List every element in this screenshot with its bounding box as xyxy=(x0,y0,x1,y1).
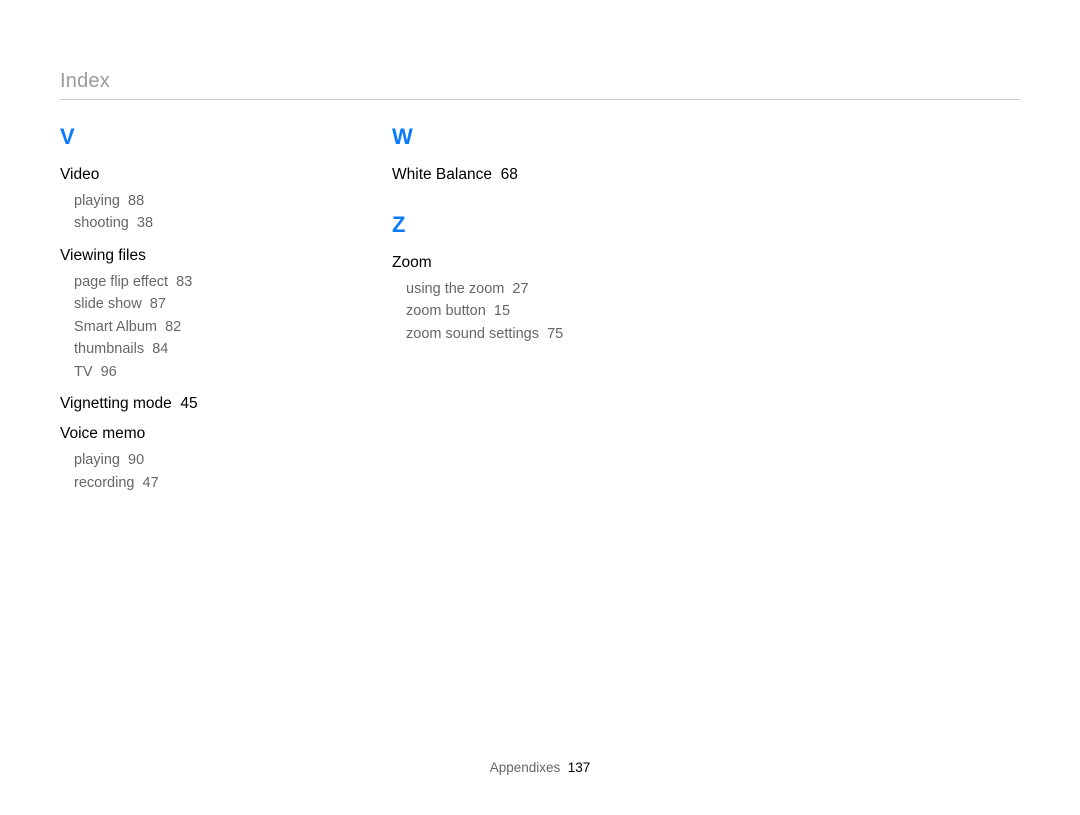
index-sub-label: slide show xyxy=(74,296,142,312)
index-topic-voice-memo[interactable]: Voice memo xyxy=(60,425,300,443)
index-sub-page: 83 xyxy=(176,274,192,290)
index-sub-page: 27 xyxy=(512,281,528,297)
index-sub-zoom-using[interactable]: using the zoom 27 xyxy=(392,278,632,300)
index-sub-page-flip[interactable]: page flip effect 83 xyxy=(60,271,300,293)
title-rule xyxy=(60,99,1020,100)
index-topic-white-balance[interactable]: White Balance 68 xyxy=(392,166,632,184)
index-sub-page: 82 xyxy=(165,319,181,335)
index-sub-label: playing xyxy=(74,193,120,209)
section-letter-z: Z xyxy=(392,212,632,238)
index-sub-page: 84 xyxy=(152,341,168,357)
index-sub-label: page flip effect xyxy=(74,274,168,290)
index-sub-label: thumbnails xyxy=(74,341,144,357)
index-sub-label: zoom sound settings xyxy=(406,326,539,342)
index-sub-voice-recording[interactable]: recording 47 xyxy=(60,472,300,494)
footer-label: Appendixes xyxy=(490,760,561,775)
column-v: V Video playing 88 shooting 38 Viewing f… xyxy=(60,124,300,494)
index-topic-page: 68 xyxy=(501,166,518,183)
index-sub-page: 90 xyxy=(128,452,144,468)
index-sub-video-playing[interactable]: playing 88 xyxy=(60,190,300,212)
index-topic-video[interactable]: Video xyxy=(60,166,300,184)
index-sub-label: playing xyxy=(74,452,120,468)
index-topic-label: Vignetting mode xyxy=(60,395,172,412)
index-sub-voice-playing[interactable]: playing 90 xyxy=(60,449,300,471)
index-sub-label: recording xyxy=(74,475,134,491)
index-sub-label: shooting xyxy=(74,215,129,231)
page-footer: Appendixes 137 xyxy=(0,760,1080,775)
index-sub-zoom-button[interactable]: zoom button 15 xyxy=(392,300,632,322)
index-sub-page: 15 xyxy=(494,303,510,319)
section-letter-w: W xyxy=(392,124,632,150)
index-sub-page: 87 xyxy=(150,296,166,312)
index-sub-tv[interactable]: TV 96 xyxy=(60,361,300,383)
index-sub-slide-show[interactable]: slide show 87 xyxy=(60,293,300,315)
index-topic-vignetting[interactable]: Vignetting mode 45 xyxy=(60,395,300,413)
index-sub-label: zoom button xyxy=(406,303,486,319)
index-topic-zoom[interactable]: Zoom xyxy=(392,254,632,272)
index-topic-label: White Balance xyxy=(392,166,492,183)
column-wz: W White Balance 68 Z Zoom using the zoom… xyxy=(392,124,632,494)
index-sub-page: 75 xyxy=(547,326,563,342)
index-sub-video-shooting[interactable]: shooting 38 xyxy=(60,212,300,234)
page-title: Index xyxy=(60,70,1020,93)
index-page: Index V Video playing 88 shooting 38 Vie… xyxy=(0,0,1080,815)
index-sub-label: Smart Album xyxy=(74,319,157,335)
index-sub-zoom-sound[interactable]: zoom sound settings 75 xyxy=(392,323,632,345)
footer-page-number: 137 xyxy=(568,760,591,775)
index-sub-page: 47 xyxy=(143,475,159,491)
index-topic-viewing-files[interactable]: Viewing files xyxy=(60,247,300,265)
columns: V Video playing 88 shooting 38 Viewing f… xyxy=(60,124,1020,494)
index-sub-smart-album[interactable]: Smart Album 82 xyxy=(60,316,300,338)
section-letter-v: V xyxy=(60,124,300,150)
index-sub-page: 88 xyxy=(128,193,144,209)
index-sub-label: using the zoom xyxy=(406,281,504,297)
index-sub-page: 38 xyxy=(137,215,153,231)
index-sub-page: 96 xyxy=(101,364,117,380)
index-topic-page: 45 xyxy=(180,395,197,412)
index-sub-label: TV xyxy=(74,364,93,380)
index-sub-thumbnails[interactable]: thumbnails 84 xyxy=(60,338,300,360)
